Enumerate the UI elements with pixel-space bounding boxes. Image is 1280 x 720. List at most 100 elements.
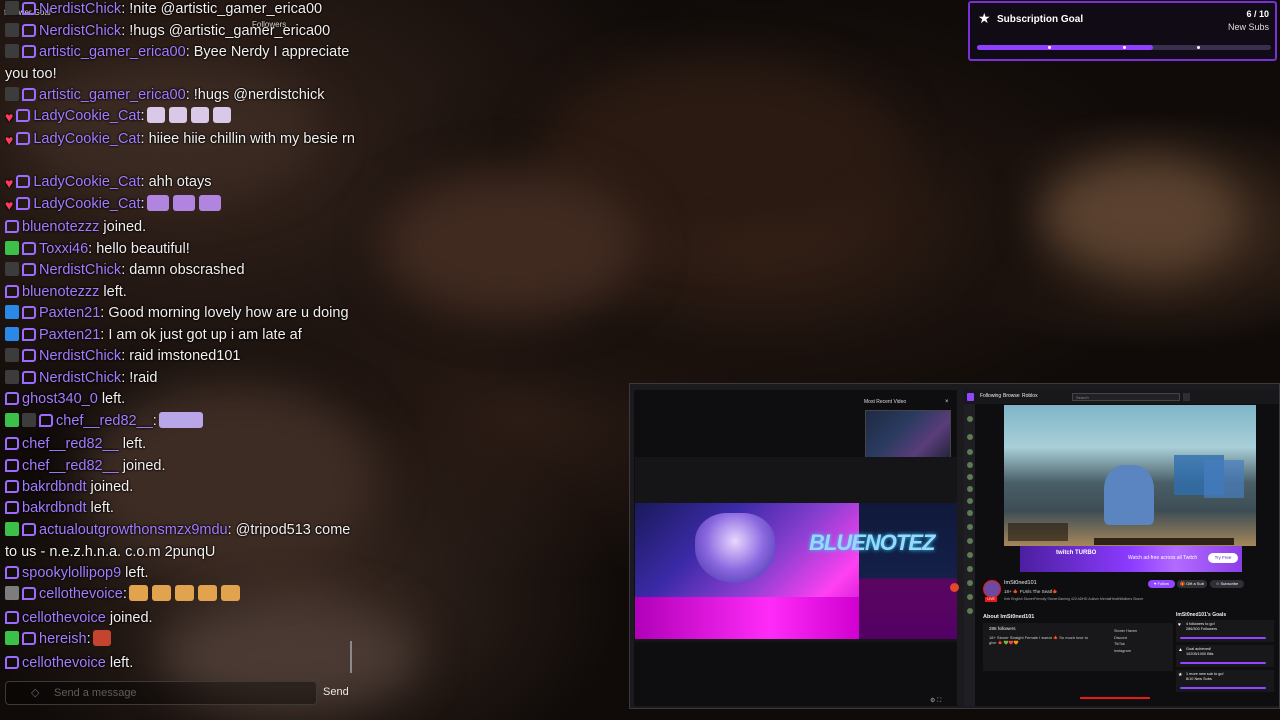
channel-avatar[interactable] — [967, 608, 973, 614]
recent-video-thumbnail[interactable] — [865, 410, 951, 460]
twitch-chat-icon — [16, 132, 31, 145]
chat-username[interactable]: actualoutgrowthonsmzx9mdu — [39, 522, 228, 538]
chat-message-list[interactable]: NerdistChick: !nite @artistic_gamer_eric… — [5, 0, 357, 675]
chat-username[interactable]: bluenotezzz — [22, 284, 99, 300]
emote-cat — [190, 107, 209, 123]
chat-message: artistic_gamer_erica00: Byee Nerdy I app… — [5, 42, 355, 85]
sub-goal-unit: New Subs — [1227, 22, 1269, 32]
channel-avatar[interactable] — [967, 486, 973, 492]
turbo-ad-banner[interactable]: twitch TURBO Watch ad-free across all Tw… — [1020, 546, 1242, 572]
chat-username[interactable]: chef__red82__ — [22, 436, 119, 452]
chat-username[interactable]: bakrdbndt — [22, 500, 87, 516]
chat-message: artistic_gamer_erica00: !hugs @nerdistch… — [5, 85, 355, 107]
channel-avatar[interactable] — [967, 449, 973, 455]
channel-avatar[interactable] — [967, 538, 973, 544]
progress-tick — [1197, 46, 1200, 49]
record-icon[interactable] — [950, 583, 959, 592]
heart-badge-icon: ♥ — [5, 197, 14, 213]
emote-picker-icon[interactable]: ◇ — [31, 686, 45, 700]
channel-avatar[interactable] — [967, 594, 973, 600]
chat-text: : !raid — [121, 370, 158, 386]
channel-avatar[interactable] — [967, 510, 973, 516]
chat-message: chef__red82__ joined. — [5, 456, 355, 478]
twitch-chat-icon — [5, 656, 19, 669]
chat-text: : raid imstoned101 — [121, 348, 241, 364]
nav-browse[interactable]: Browse — [1003, 393, 1020, 399]
channel-avatar[interactable] — [967, 462, 973, 468]
about-link[interactable]: Stoner Haven — [1114, 628, 1137, 635]
chat-username[interactable]: ghost340_0 — [22, 391, 98, 407]
chat-text: : — [122, 586, 127, 602]
capture-left-panel: Most Recent Video × CHAOTIC TYPE SHIRR/☻… — [634, 390, 959, 706]
chat-username[interactable]: spookylollipop9 — [22, 565, 121, 581]
channel-avatar[interactable] — [967, 498, 973, 504]
chat-username[interactable]: Toxxi46 — [39, 241, 88, 257]
chat-username[interactable]: LadyCookie_Cat — [33, 131, 140, 147]
twitch-chat-icon — [5, 459, 19, 472]
chat-username[interactable]: NerdistChick — [39, 262, 121, 278]
chat-username[interactable]: NerdistChick — [39, 1, 121, 17]
channel-avatar[interactable] — [967, 552, 973, 558]
chat-text: left. — [97, 391, 126, 407]
about-link[interactable]: Instagram — [1114, 648, 1137, 655]
chat-username[interactable]: NerdistChick — [39, 370, 121, 386]
banner-right-panel — [859, 503, 957, 639]
channel-avatar[interactable] — [967, 524, 973, 530]
chat-message: Toxxi46: hello beautiful! — [5, 239, 355, 261]
chat-username[interactable]: chef__red82__ — [56, 413, 153, 429]
channel-name[interactable]: ImSt0ned101 — [1004, 580, 1037, 586]
chat-input-box[interactable]: ◇ — [5, 681, 317, 705]
chat-username[interactable]: NerdistChick — [39, 348, 121, 364]
chat-username[interactable]: bakrdbndt — [22, 479, 87, 495]
chat-text: : ahh otays — [140, 174, 212, 190]
heart-badge-icon: ♥ — [5, 175, 14, 191]
chat-message: NerdistChick: !nite @artistic_gamer_eric… — [5, 0, 355, 21]
chat-username[interactable]: bluenotezzz — [22, 219, 99, 235]
channel-avatar[interactable] — [967, 434, 973, 440]
avatar[interactable] — [983, 580, 1001, 598]
chat-username[interactable]: LadyCookie_Cat — [33, 196, 140, 212]
settings-icon[interactable]: ⚙ ⛶ — [930, 697, 941, 705]
chat-username[interactable]: NerdistChick — [39, 23, 121, 39]
chat-username[interactable]: Paxten21 — [39, 305, 100, 321]
follow-button[interactable]: ♥ Follow — [1148, 580, 1175, 588]
chat-username[interactable]: LadyCookie_Cat — [33, 108, 140, 124]
chat-username[interactable]: Paxten21 — [39, 327, 100, 343]
channel-avatar[interactable] — [967, 566, 973, 572]
channel-avatar[interactable] — [967, 416, 973, 422]
chat-username[interactable]: cellothevoice — [39, 586, 123, 602]
channel-avatar[interactable] — [967, 580, 973, 586]
chat-username[interactable]: artistic_gamer_erica00 — [39, 87, 186, 103]
chat-username[interactable]: chef__red82__ — [22, 458, 119, 474]
gift-sub-button[interactable]: 🎁 Gift a Sub — [1177, 580, 1207, 588]
twitch-logo-icon[interactable] — [967, 393, 974, 401]
twitch-search-input[interactable]: Search — [1072, 393, 1180, 401]
live-stream-video[interactable] — [1004, 405, 1256, 546]
close-icon[interactable]: × — [945, 399, 949, 405]
game-hud — [1008, 523, 1068, 541]
chat-username[interactable]: cellothevoice — [22, 655, 106, 671]
chat-username[interactable]: LadyCookie_Cat — [33, 174, 140, 190]
twitch-chat-icon — [22, 242, 36, 255]
subscribe-button[interactable]: ☆ Subscribe — [1210, 580, 1244, 588]
emote-cat — [212, 107, 231, 123]
chat-message-input[interactable] — [54, 685, 304, 701]
check-badge-icon — [5, 413, 19, 427]
game-screen — [1204, 460, 1244, 498]
search-icon[interactable] — [1183, 393, 1190, 401]
chat-username[interactable]: artistic_gamer_erica00 — [39, 44, 186, 60]
chat-username[interactable]: hereish — [39, 631, 87, 647]
chat-message: cellothevoice: — [5, 584, 355, 606]
try-free-button[interactable]: Try Free — [1208, 553, 1238, 563]
chat-text: left. — [86, 500, 114, 516]
twitch-chat-icon — [22, 2, 36, 15]
nav-following[interactable]: Following — [980, 393, 1001, 399]
heart-icon: ♥ — [1178, 622, 1181, 628]
send-button[interactable]: Send — [323, 686, 349, 698]
chat-username[interactable]: cellothevoice — [22, 610, 106, 626]
channel-avatar[interactable] — [967, 474, 973, 480]
nav-roblox[interactable]: Roblox — [1022, 393, 1038, 399]
stream-tags[interactable]: Keb English StonerFriendly StonerGaming … — [1004, 597, 1143, 601]
chat-scrollbar[interactable] — [350, 641, 352, 673]
twitch-chat-icon — [16, 197, 31, 210]
